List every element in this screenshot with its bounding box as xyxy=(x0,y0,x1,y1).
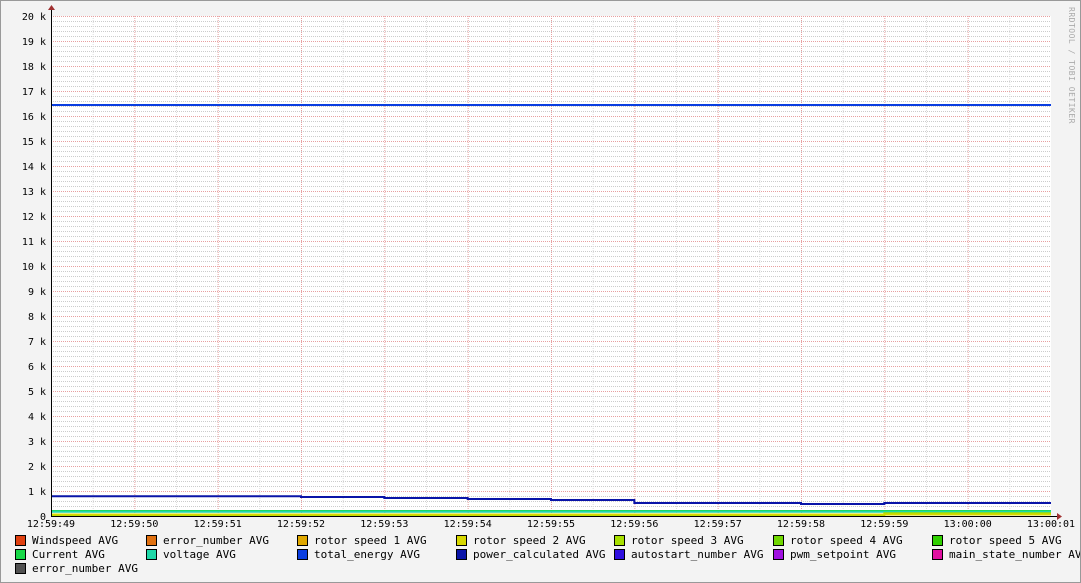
legend-label: total_energy AVG xyxy=(314,548,420,561)
legend-label: pwm_setpoint AVG xyxy=(790,548,896,561)
y-axis-arrow-icon xyxy=(48,5,55,10)
y-tick-label: 19 k xyxy=(22,37,46,48)
legend-swatch xyxy=(297,535,308,546)
legend-item: power_calculated AVG xyxy=(456,548,605,561)
y-tick-label: 7 k xyxy=(28,337,46,348)
legend-swatch xyxy=(614,535,625,546)
x-tick-label: 12:59:50 xyxy=(110,519,158,530)
x-tick-label: 12:59:52 xyxy=(277,519,325,530)
y-tick-label: 10 k xyxy=(22,262,46,273)
legend-swatch xyxy=(773,535,784,546)
legend-label: Current AVG xyxy=(32,548,105,561)
legend-swatch xyxy=(456,549,467,560)
legend-item: rotor speed 4 AVG xyxy=(773,534,903,547)
legend-label: rotor speed 5 AVG xyxy=(949,534,1062,547)
legend-item: rotor speed 1 AVG xyxy=(297,534,427,547)
legend-label: rotor speed 1 AVG xyxy=(314,534,427,547)
legend-item: Windspeed AVG xyxy=(15,534,118,547)
legend-label: rotor speed 2 AVG xyxy=(473,534,586,547)
y-tick-label: 3 k xyxy=(28,437,46,448)
legend-swatch xyxy=(932,549,943,560)
legend-item: error_number AVG xyxy=(15,562,138,575)
x-tick-label: 12:59:54 xyxy=(444,519,492,530)
x-tick-label: 13:00:01 xyxy=(1027,519,1075,530)
legend-item: main_state_number AVG xyxy=(932,548,1081,561)
legend-label: Windspeed AVG xyxy=(32,534,119,547)
y-tick-label: 17 k xyxy=(22,87,46,98)
y-tick-label: 2 k xyxy=(28,462,46,473)
legend-item: autostart_number AVG xyxy=(614,548,763,561)
x-tick-label: 12:59:58 xyxy=(777,519,825,530)
legend-item: rotor speed 5 AVG xyxy=(932,534,1062,547)
legend-swatch xyxy=(614,549,625,560)
x-tick-label: 13:00:00 xyxy=(944,519,992,530)
rrd-graph: 01 k2 k3 k4 k5 k6 k7 k8 k9 k 10 k 11 k 12 k… xyxy=(0,0,1081,583)
x-tick-label: 12:59:55 xyxy=(527,519,575,530)
legend-item: rotor speed 2 AVG xyxy=(456,534,586,547)
x-tick-label: 12:59:53 xyxy=(360,519,408,530)
legend-swatch xyxy=(297,549,308,560)
legend-swatch xyxy=(456,535,467,546)
x-tick-label: 12:59:49 xyxy=(27,519,75,530)
x-tick-label: 12:59:51 xyxy=(194,519,242,530)
x-tick-label: 12:59:59 xyxy=(860,519,908,530)
legend-label: autostart_number AVG xyxy=(631,548,764,561)
legend-label: voltage AVG xyxy=(163,548,236,561)
y-tick-label: 13 k xyxy=(22,187,46,198)
y-tick-label: 12 k xyxy=(22,212,46,223)
legend-swatch xyxy=(146,535,157,546)
y-tick-label: 5 k xyxy=(28,387,46,398)
x-tick-label: 12:59:57 xyxy=(694,519,742,530)
y-tick-label: 20 k xyxy=(22,12,46,23)
legend-label: error_number AVG xyxy=(32,562,138,575)
legend-label: power_calculated AVG xyxy=(473,548,606,561)
y-tick-label: 8 k xyxy=(28,312,46,323)
legend-label: error_number AVG xyxy=(163,534,269,547)
y-tick-label: 9 k xyxy=(28,287,46,298)
legend-item: rotor speed 3 AVG xyxy=(614,534,744,547)
chart-plot: 01 k2 k3 k4 k5 k6 k7 k8 k9 k10 k11 k12 k… xyxy=(22,5,1075,530)
legend-swatch xyxy=(932,535,943,546)
legend-swatch xyxy=(146,549,157,560)
y-tick-label: 11 k xyxy=(22,237,46,248)
y-tick-label: 1 k xyxy=(28,487,46,498)
legend-item: total_energy AVG xyxy=(297,548,420,561)
y-tick-label: 15 k xyxy=(22,137,46,148)
y-tick-label: 14 k xyxy=(22,162,46,173)
legend-item: voltage AVG xyxy=(146,548,236,561)
x-tick-label: 12:59:56 xyxy=(610,519,658,530)
legend-label: main_state_number AVG xyxy=(949,548,1081,561)
legend-swatch xyxy=(15,535,26,546)
y-tick-label: 4 k xyxy=(28,412,46,423)
legend-item: pwm_setpoint AVG xyxy=(773,548,896,561)
legend-label: rotor speed 4 AVG xyxy=(790,534,903,547)
legend-item: error_number AVG xyxy=(146,534,269,547)
watermark: RRDTOOL / TOBI OETIKER xyxy=(1067,7,1076,124)
y-tick-label: 6 k xyxy=(28,362,46,373)
legend-item: Current AVG xyxy=(15,548,105,561)
y-tick-label: 16 k xyxy=(22,112,46,123)
legend-label: rotor speed 3 AVG xyxy=(631,534,744,547)
legend-swatch xyxy=(773,549,784,560)
y-tick-label: 18 k xyxy=(22,62,46,73)
legend-swatch xyxy=(15,549,26,560)
legend-swatch xyxy=(15,563,26,574)
